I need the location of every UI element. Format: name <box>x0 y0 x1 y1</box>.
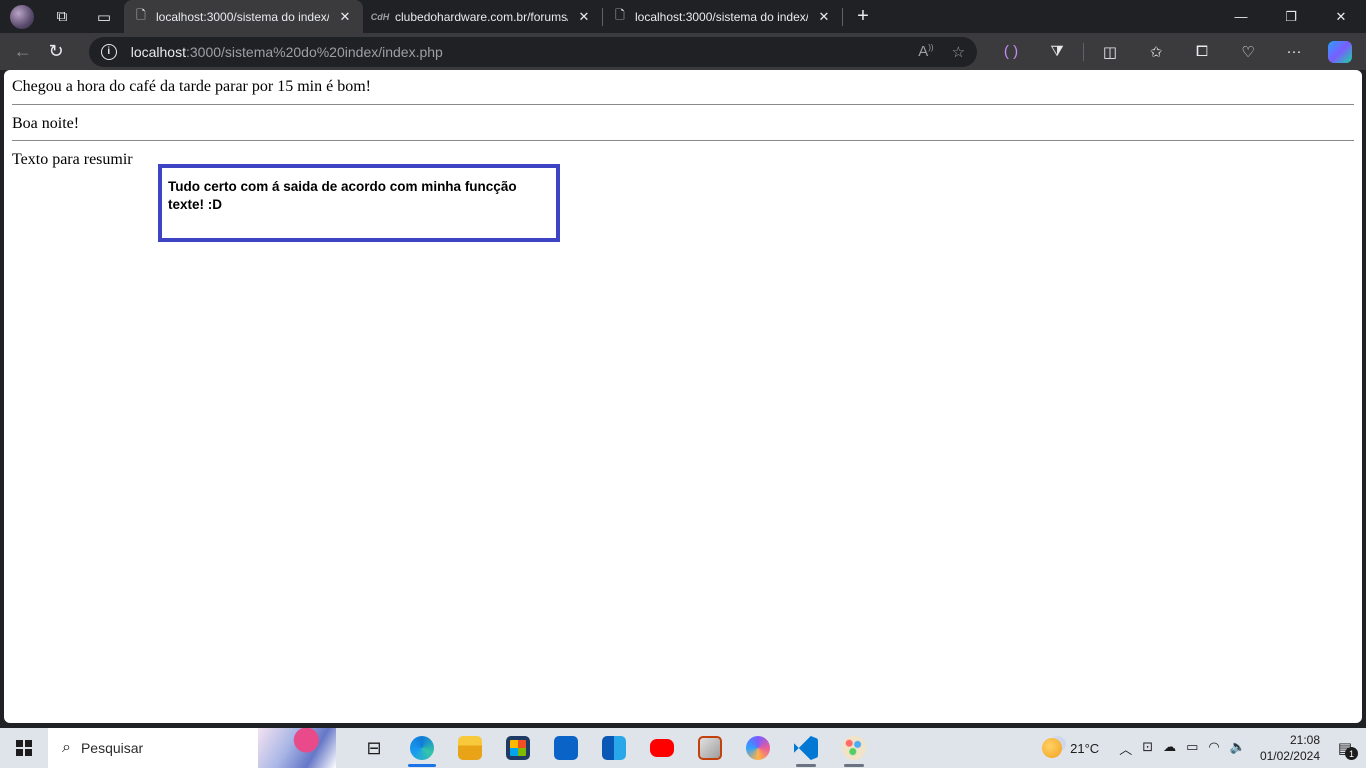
taskbar-apps: ⊟ <box>350 728 878 768</box>
microsoft-store-icon[interactable] <box>494 728 542 768</box>
weather-icon <box>1042 738 1063 758</box>
youtube-logo <box>650 739 674 757</box>
tab-localhost-2[interactable]: 🗋 localhost:3000/sistema do index/ ✕ <box>603 0 842 33</box>
browser-toolbar: ← ↻ i localhost:3000/sistema%20do%20inde… <box>0 33 1366 70</box>
address-bar[interactable]: i localhost:3000/sistema%20do%20index/in… <box>88 36 978 67</box>
weather-temp: 21°C <box>1070 740 1100 756</box>
clock-time: 21:08 <box>1289 733 1320 747</box>
tab-localhost-1[interactable]: 🗋 localhost:3000/sistema do index/ ✕ <box>124 0 363 33</box>
store-logo <box>506 736 530 760</box>
battery-icon[interactable]: ▭ <box>1186 739 1198 758</box>
restore-icon[interactable]: ❐ <box>1266 0 1316 33</box>
workspaces-icon[interactable]: ⧉ <box>48 3 76 31</box>
vertical-tabs-icon[interactable]: ▭ <box>90 3 118 31</box>
start-button[interactable] <box>0 728 48 768</box>
page-icon: 🗋 <box>136 8 146 22</box>
divider-1 <box>12 104 1354 105</box>
tabstrip-leading-controls: ⧉ ▭ <box>0 0 118 33</box>
copilot-icon[interactable] <box>1320 37 1360 67</box>
tab-separator <box>842 7 843 26</box>
vscode-logo <box>794 736 818 760</box>
tab-list: 🗋 localhost:3000/sistema do index/ ✕ CdH… <box>124 0 879 33</box>
read-aloud-icon[interactable]: A)) <box>918 43 933 61</box>
greeting-text: Boa noite! <box>12 115 80 132</box>
divider-2 <box>12 140 1354 141</box>
tab-title: clubedohardware.com.br/forums/ <box>395 9 568 24</box>
copilot-app-icon[interactable] <box>734 728 782 768</box>
clock[interactable]: 21:08 01/02/2024 <box>1260 732 1320 764</box>
edge-logo <box>410 736 434 760</box>
performance-icon[interactable]: ♡ <box>1228 37 1268 67</box>
outlook-logo <box>602 736 626 760</box>
browser-essentials-icon[interactable]: ( ) <box>991 37 1031 67</box>
task-view-glyph: ⊟ <box>366 737 382 758</box>
mail-logo <box>554 736 578 760</box>
clubedohardware-favicon-icon: CdH <box>370 11 390 22</box>
wifi-icon[interactable]: ◠ <box>1208 739 1219 758</box>
notification-badge: 1 <box>1345 747 1358 760</box>
notification-icon[interactable]: ▤ 1 <box>1334 737 1358 760</box>
onedrive-cloud-icon[interactable]: ☁ <box>1163 739 1176 758</box>
browser-tabstrip: ⧉ ▭ 🗋 localhost:3000/sistema do index/ ✕… <box>0 0 1366 33</box>
tab-title: localhost:3000/sistema do index/ <box>156 9 329 24</box>
profile-avatar[interactable] <box>10 4 34 29</box>
remote-desktop-logo <box>698 736 722 760</box>
extensions-icon[interactable]: ⧩ <box>1037 37 1077 67</box>
new-tab-button[interactable]: + <box>847 0 879 33</box>
close-tab-icon[interactable]: ✕ <box>337 9 353 25</box>
vscode-icon[interactable] <box>782 728 830 768</box>
afternoon-coffee-text: Chegou a hora do café da tarde parar por… <box>12 78 371 95</box>
system-tray: 21°C ︿ ⊡ ☁ ▭ ◠ 🔈 21:08 01/02/2024 ▤ 1 <box>1042 728 1366 768</box>
summary-output-box: Tudo certo com á saida de acordo com min… <box>158 164 560 242</box>
favorites-icon[interactable]: ✩ <box>1136 37 1176 67</box>
close-window-icon[interactable]: ✕ <box>1316 0 1366 33</box>
more-menu-icon[interactable]: ··· <box>1274 37 1314 67</box>
search-placeholder: Pesquisar <box>80 740 144 756</box>
close-tab-icon[interactable]: ✕ <box>576 9 592 25</box>
url-host: localhost <box>130 43 186 60</box>
file-explorer-icon[interactable] <box>446 728 494 768</box>
search-icon: ⌕ <box>62 739 71 756</box>
site-info-icon[interactable]: i <box>100 43 117 60</box>
taskbar-search-box[interactable]: ⌕ Pesquisar <box>48 728 336 768</box>
url-path: :3000/sistema%20do%20index/index.php <box>185 43 443 60</box>
page-icon: 🗋 <box>615 8 625 22</box>
search-highlight-art <box>258 728 336 768</box>
toolbar-divider <box>1083 42 1085 61</box>
volume-icon[interactable]: 🔈 <box>1230 739 1246 758</box>
close-tab-icon[interactable]: ✕ <box>816 9 832 25</box>
task-view-icon[interactable]: ⊟ <box>350 728 398 768</box>
paint-icon[interactable] <box>830 728 878 768</box>
windows-taskbar: ⌕ Pesquisar ⊟ 21°C ︿ ⊡ ☁ ▭ ◠ 🔈 21:08 01/… <box>0 728 1366 768</box>
refresh-icon[interactable]: ↻ <box>39 37 72 67</box>
tab-title: localhost:3000/sistema do index/ <box>635 9 808 24</box>
folder-logo <box>458 736 482 760</box>
split-screen-icon[interactable]: ◫ <box>1090 37 1130 67</box>
clock-date: 01/02/2024 <box>1259 749 1320 763</box>
meet-now-icon[interactable]: ⊡ <box>1142 739 1153 758</box>
paint-logo <box>842 736 866 760</box>
favorite-star-icon[interactable]: ☆ <box>952 43 965 61</box>
chevron-up-icon[interactable]: ︿ <box>1119 739 1132 758</box>
back-arrow-icon[interactable]: ← <box>6 37 39 67</box>
windows-logo-icon <box>16 740 32 756</box>
toolbar-right-actions: ( ) ⧩ ◫ ✩ ⧠ ♡ ··· <box>991 37 1360 67</box>
window-controls: — ❐ ✕ <box>1216 0 1366 33</box>
mail-icon[interactable] <box>542 728 590 768</box>
summary-label: Texto para resumir <box>12 151 133 168</box>
summary-output-text: Tudo certo com á saida de acordo com min… <box>168 179 517 212</box>
outlook-icon[interactable] <box>590 728 638 768</box>
remote-desktop-icon[interactable] <box>686 728 734 768</box>
tray-icons: ︿ ⊡ ☁ ▭ ◠ 🔈 <box>1119 739 1246 758</box>
minimize-icon[interactable]: — <box>1216 0 1266 33</box>
tab-clubedohardware[interactable]: CdH clubedohardware.com.br/forums/ ✕ <box>363 0 602 33</box>
copilot-app-logo <box>746 736 770 760</box>
weather-widget[interactable]: 21°C <box>1042 738 1099 758</box>
address-url[interactable]: localhost:3000/sistema%20do%20index/inde… <box>131 44 905 60</box>
address-actions: A)) ☆ <box>918 43 965 61</box>
page-viewport: Chegou a hora do café da tarde parar por… <box>4 70 1362 723</box>
youtube-icon[interactable] <box>638 728 686 768</box>
edge-app-icon[interactable] <box>398 728 446 768</box>
collections-icon[interactable]: ⧠ <box>1182 37 1222 67</box>
